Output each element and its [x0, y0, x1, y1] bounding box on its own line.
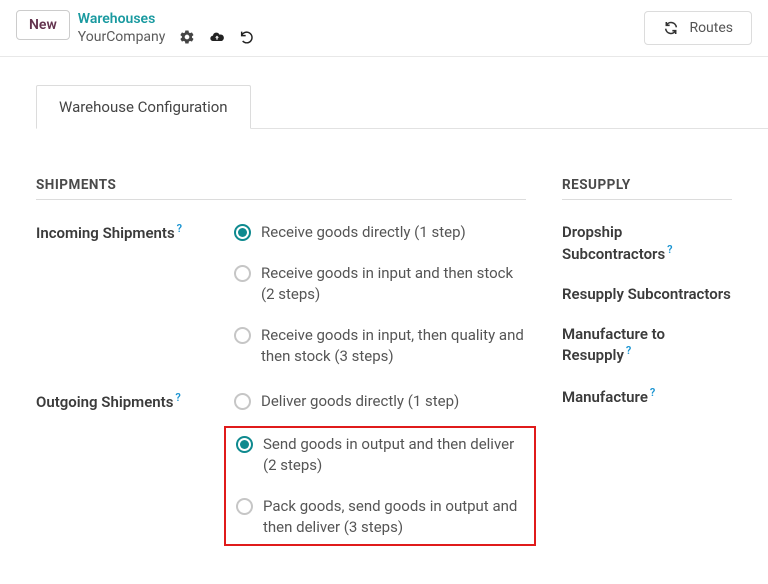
radio-outgoing-1step[interactable]: Deliver goods directly (1 step): [234, 391, 526, 412]
radio-label: Receive goods in input and then stock (2…: [261, 263, 526, 305]
breadcrumb-current: YourCompany: [78, 28, 166, 46]
resupply-dropship-subcontractors: Dropship Subcontractors?: [562, 222, 732, 264]
radio-dot-icon: [236, 498, 253, 515]
radio-label: Receive goods in input, then quality and…: [261, 325, 526, 367]
section-title-resupply: RESUPPLY: [562, 177, 732, 200]
new-button[interactable]: New: [16, 10, 70, 40]
help-icon[interactable]: ?: [650, 386, 655, 399]
help-icon[interactable]: ?: [667, 243, 672, 256]
gear-icon[interactable]: [179, 29, 195, 45]
radio-dot-icon: [234, 327, 251, 344]
section-title-shipments: SHIPMENTS: [36, 177, 526, 200]
radio-label: Deliver goods directly (1 step): [261, 391, 459, 412]
radio-label: Send goods in output and then deliver (2…: [263, 434, 524, 476]
routes-button[interactable]: Routes: [644, 11, 752, 45]
routes-label: Routes: [689, 20, 733, 36]
label-incoming-shipments: Incoming Shipments?: [36, 222, 226, 242]
tab-warehouse-config[interactable]: Warehouse Configuration: [36, 85, 251, 129]
radio-dot-icon: [234, 224, 251, 241]
breadcrumb: Warehouses YourCompany: [78, 10, 256, 46]
cloud-upload-icon[interactable]: [209, 29, 225, 45]
radio-label: Receive goods directly (1 step): [261, 222, 466, 243]
radio-dot-icon: [236, 436, 253, 453]
radio-incoming-1step[interactable]: Receive goods directly (1 step): [234, 222, 526, 243]
help-icon[interactable]: ?: [177, 222, 182, 235]
radio-dot-icon: [234, 265, 251, 282]
resupply-manufacture-to-resupply: Manufacture to Resupply?: [562, 324, 732, 366]
radio-incoming-3steps[interactable]: Receive goods in input, then quality and…: [234, 325, 526, 367]
radio-outgoing-2steps[interactable]: Send goods in output and then deliver (2…: [236, 434, 524, 476]
radio-dot-icon: [234, 393, 251, 410]
help-icon[interactable]: ?: [626, 344, 631, 357]
refresh-icon: [663, 20, 679, 36]
resupply-resupply-subcontractors: Resupply Subcontractors: [562, 284, 732, 304]
radio-incoming-2steps[interactable]: Receive goods in input and then stock (2…: [234, 263, 526, 305]
resupply-manufacture: Manufacture?: [562, 386, 732, 407]
radio-outgoing-3steps[interactable]: Pack goods, send goods in output and the…: [236, 496, 524, 538]
breadcrumb-parent[interactable]: Warehouses: [78, 10, 256, 28]
highlight-box: Send goods in output and then deliver (2…: [224, 426, 536, 546]
help-icon[interactable]: ?: [175, 391, 180, 404]
label-outgoing-shipments: Outgoing Shipments?: [36, 391, 226, 411]
undo-icon[interactable]: [239, 29, 255, 45]
radio-label: Pack goods, send goods in output and the…: [263, 496, 524, 538]
